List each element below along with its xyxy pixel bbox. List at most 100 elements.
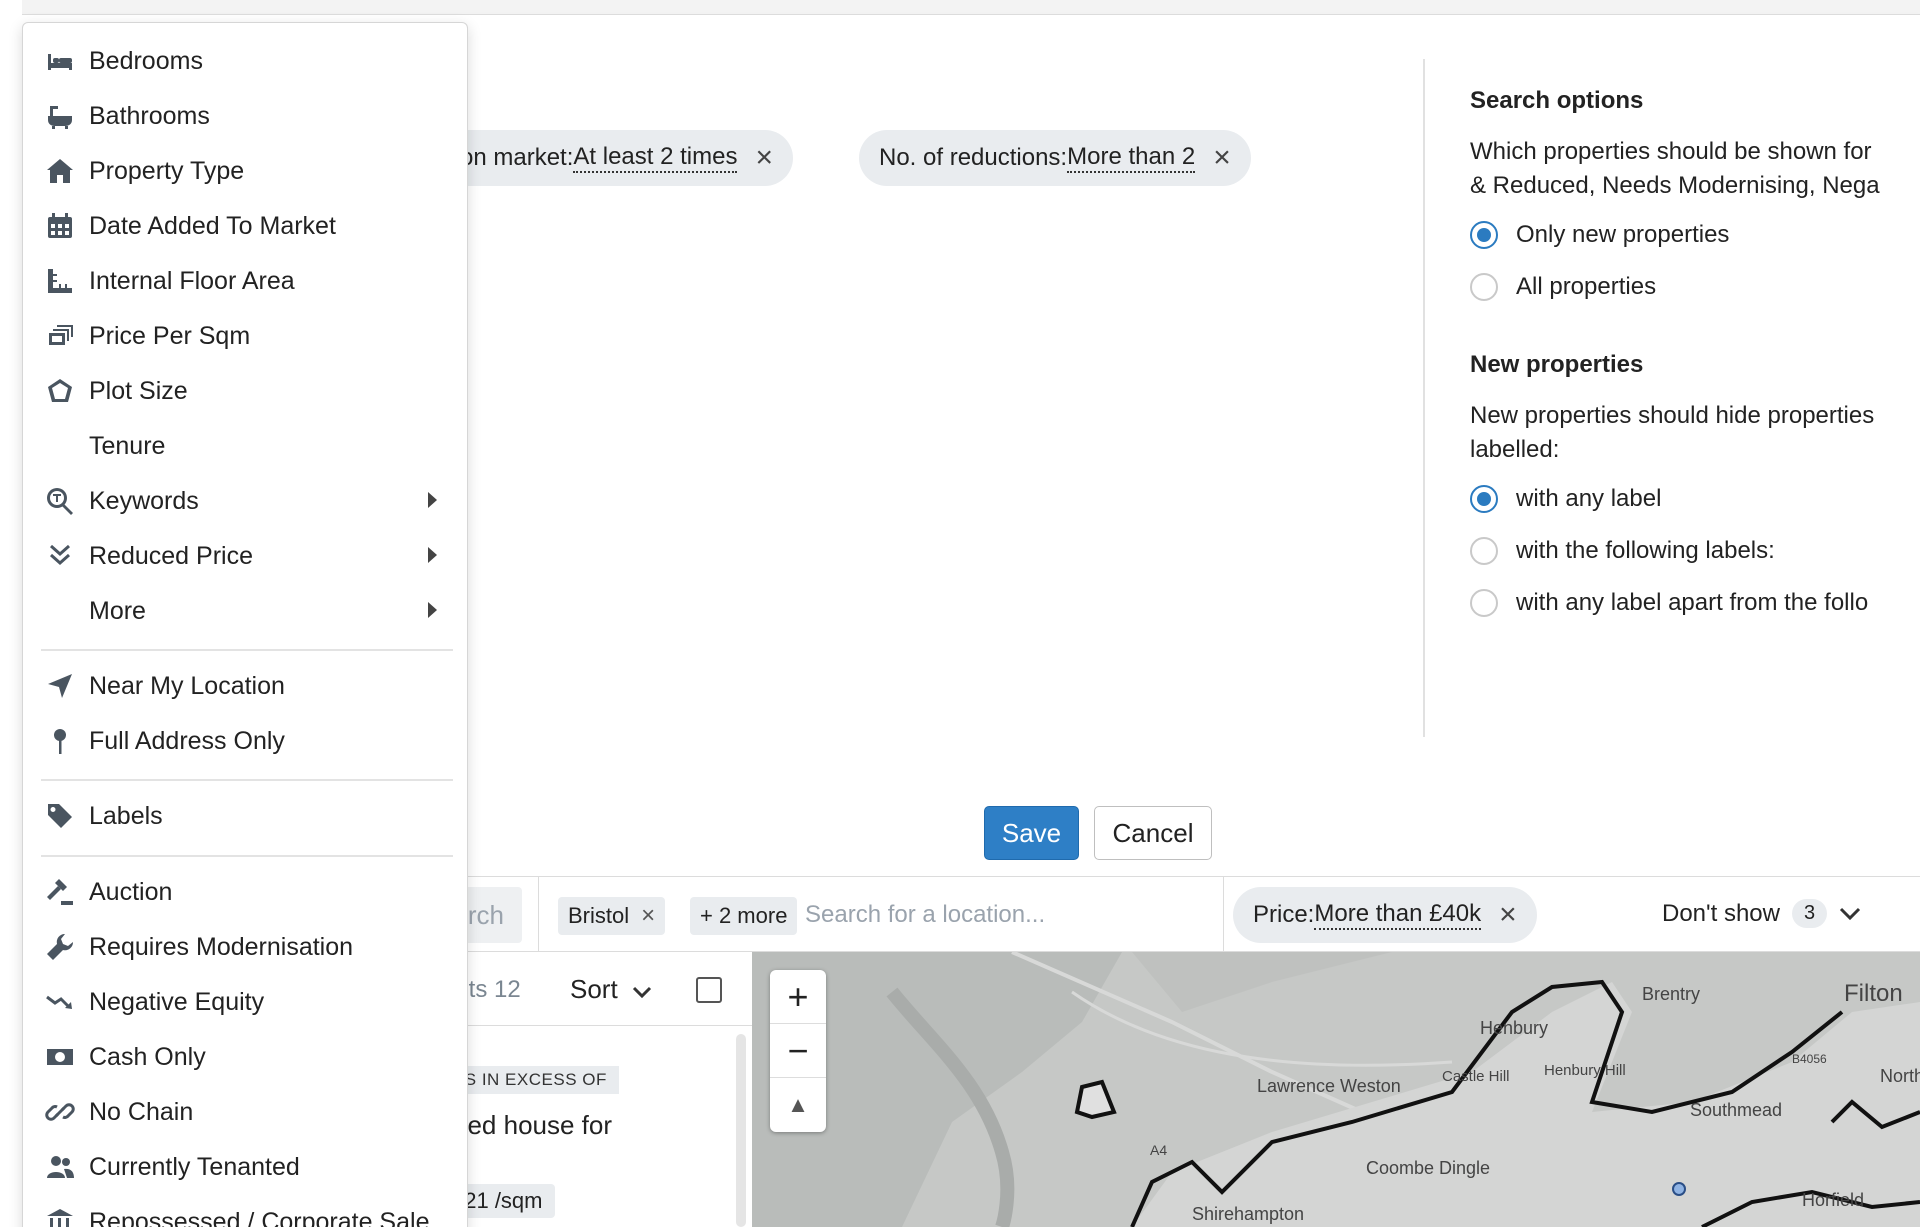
location-search-input[interactable] [805,895,1205,935]
close-icon[interactable]: × [1499,900,1517,930]
gavel-icon [43,875,77,909]
zoom-in-button[interactable]: + [770,970,826,1024]
search-options-title: Search options [1470,87,1644,114]
chevron-down-icon [632,974,652,1005]
dont-show-label: Don't show [1662,899,1780,927]
select-all-checkbox[interactable] [696,977,722,1003]
bath-icon [43,99,77,133]
menu-item-label: Date Added To Market [89,211,336,240]
close-icon[interactable]: × [641,902,655,930]
close-icon[interactable]: × [1213,143,1231,173]
chip-value[interactable]: More than £40k [1314,900,1482,930]
menu-item-reduced-price[interactable]: Reduced Price [23,530,467,582]
menu-item-full-address-only[interactable]: Full Address Only [23,715,467,767]
results-scrollbar[interactable] [736,1034,746,1227]
map-label: Lawrence Weston [1257,1076,1401,1096]
bank-icon [43,1205,77,1227]
radio-button[interactable] [1470,273,1498,301]
blank-icon [43,429,77,463]
house-icon [43,154,77,188]
menu-separator [41,779,453,781]
menu-item-label: Near My Location [89,671,285,700]
menu-item-labels[interactable]: Labels [23,790,467,842]
menu-item-property-type[interactable]: Property Type [23,145,467,197]
menu-item-label: Plot Size [89,376,188,405]
menu-item-label: Keywords [89,486,199,515]
map-zoom-controls: + − ▲ [770,970,826,1132]
menu-item-label: Cash Only [89,1042,206,1071]
menu-item-currently-tenanted[interactable]: Currently Tenanted [23,1141,467,1193]
location-tag-bristol[interactable]: Bristol × [558,897,666,935]
radio-only-new[interactable]: Only new properties [1470,221,1729,249]
radio-all-properties[interactable]: All properties [1470,273,1656,301]
radio-label: with the following labels: [1516,537,1775,564]
map-label: Brentry [1642,984,1701,1004]
tag-icon [43,799,77,833]
menu-item-keywords[interactable]: Keywords [23,475,467,527]
menu-item-more[interactable]: More [23,585,467,637]
chip-value[interactable]: At least 2 times [573,143,738,173]
radio-button[interactable] [1470,589,1498,617]
menu-item-label: Bathrooms [89,101,210,130]
radio-button[interactable] [1470,221,1498,249]
floor-area-icon [43,264,77,298]
calendar-icon [43,209,77,243]
sort-button[interactable]: Sort [570,974,652,1005]
menu-item-label: Internal Floor Area [89,266,295,295]
menu-item-near-my-location[interactable]: Near My Location [23,660,467,712]
menu-item-price-per-sqm[interactable]: Price Per Sqm [23,310,467,362]
cash-icon [43,1040,77,1074]
menu-separator [41,855,453,857]
menu-item-cash-only[interactable]: Cash Only [23,1031,467,1083]
menu-item-negative-equity[interactable]: Negative Equity [23,976,467,1028]
new-properties-title: New properties [1470,351,1644,378]
radio-following-labels[interactable]: with the following labels: [1470,537,1775,565]
compass-north-icon[interactable]: ▲ [770,1078,826,1132]
menu-item-plot-size[interactable]: Plot Size [23,365,467,417]
menu-item-label: More [89,596,146,625]
menu-item-no-chain[interactable]: No Chain [23,1086,467,1138]
zoom-out-button[interactable]: − [770,1024,826,1078]
new-properties-text: New properties should hide properties [1470,402,1875,429]
radio-button[interactable] [1470,537,1498,565]
save-button[interactable]: Save [984,806,1079,860]
submenu-arrow-icon [428,602,437,618]
menu-item-requires-modernisation[interactable]: Requires Modernisation [23,921,467,973]
tenant-icon [43,1150,77,1184]
map[interactable]: Brentry Filton Henbury Lawrence Weston C… [752,952,1920,1227]
menu-item-label: Requires Modernisation [89,932,354,961]
menu-item-repossessed[interactable]: Repossessed / Corporate Sale [23,1196,467,1227]
menu-item-auction[interactable]: Auction [23,866,467,918]
close-icon[interactable]: × [755,143,773,173]
location-tag-more[interactable]: + 2 more [690,897,798,935]
menu-item-label: Auction [89,877,173,906]
trend-down-icon [43,985,77,1019]
location-arrow-icon [43,669,77,703]
price-filter-chip[interactable]: Price: More than £40k × [1233,887,1537,943]
menu-separator [41,649,453,651]
chip-prefix: on market: [460,144,574,171]
map-label: Castle Hill [1442,1068,1510,1085]
dont-show-dropdown[interactable]: Don't show 3 [1662,899,1861,928]
menu-item-internal-floor-area[interactable]: Internal Floor Area [23,255,467,307]
radio-label: with any label [1516,485,1662,512]
chip-no-of-reductions[interactable]: No. of reductions: More than 2 × [859,130,1251,186]
submenu-arrow-icon [428,547,437,563]
menu-item-bathrooms[interactable]: Bathrooms [23,90,467,142]
map-label: A4 [1150,1142,1168,1158]
map-label: Southmead [1690,1100,1783,1120]
chip-times-on-market[interactable]: on market: At least 2 times × [440,130,793,186]
tag-label: Bristol [568,903,630,928]
radio-any-label[interactable]: with any label [1470,485,1661,513]
menu-item-tenure[interactable]: Tenure [23,420,467,472]
menu-item-bedrooms[interactable]: Bedrooms [23,35,467,87]
radio-button[interactable] [1470,485,1498,513]
radio-apart-from[interactable]: with any label apart from the follo [1470,589,1868,617]
chip-value[interactable]: More than 2 [1067,143,1196,173]
sort-label: Sort [570,974,618,1004]
radio-label: All properties [1516,273,1657,300]
tag-label: + 2 more [700,903,788,928]
menu-item-date-added[interactable]: Date Added To Market [23,200,467,252]
cancel-button[interactable]: Cancel [1094,806,1212,860]
map-label: Filton [1844,980,1903,1007]
